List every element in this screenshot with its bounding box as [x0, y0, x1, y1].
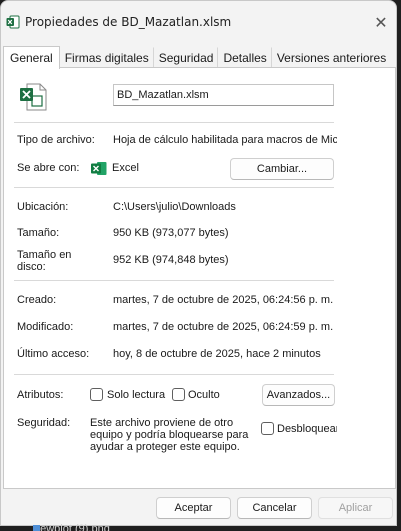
change-button[interactable]: Cambiar...: [230, 158, 334, 180]
created-label: Creado:: [17, 294, 57, 306]
file-icon: [33, 525, 40, 531]
readonly-label: Solo lectura: [107, 389, 166, 401]
security-text: Este archivo proviene de otro equipo y p…: [90, 417, 249, 453]
size-label: Tamaño:: [17, 227, 60, 239]
opens-with-value: Excel: [112, 162, 139, 174]
last-accessed-value: hoy, 8 de octubre de 2025, hace 2 minuto…: [113, 348, 321, 360]
close-icon[interactable]: ✕: [371, 12, 391, 32]
attributes-label: Atributos:: [17, 389, 64, 401]
divider: [14, 280, 334, 281]
file-type-label: Tipo de archivo:: [17, 134, 95, 146]
ok-button[interactable]: Aceptar: [156, 497, 231, 519]
tab-firmas-digitales[interactable]: Firmas digitales: [60, 47, 154, 68]
tab-strip: General Firmas digitales Seguridad Detal…: [3, 46, 391, 69]
disk-size-value: 952 KB (974,848 bytes): [113, 254, 229, 266]
divider: [14, 374, 334, 375]
readonly-checkbox[interactable]: [90, 388, 103, 401]
location-label: Ubicación:: [17, 201, 69, 213]
hidden-label: Oculto: [188, 389, 220, 401]
security-label: Seguridad:: [17, 417, 71, 429]
excel-icon: [91, 162, 107, 175]
divider: [14, 122, 334, 123]
window-title: Propiedades de BD_Mazatlan.xlsm: [25, 15, 232, 29]
background-file-item[interactable]: newplot (9).png: [34, 523, 110, 531]
size-value: 950 KB (973,077 bytes): [113, 227, 229, 239]
hidden-checkbox[interactable]: [172, 388, 185, 401]
advanced-button[interactable]: Avanzados...: [262, 384, 335, 406]
excel-file-icon: [20, 83, 47, 111]
modified-value: martes, 7 de octubre de 2025, 06:24:59 p…: [113, 321, 334, 333]
modified-label: Modificado:: [17, 321, 74, 333]
excel-app-icon: [6, 15, 20, 29]
last-accessed-label: Último acceso:: [17, 348, 90, 360]
location-value: C:\Users\julio\Downloads: [113, 201, 236, 213]
file-type-value: Hoja de cálculo habilitada para macros d…: [113, 134, 337, 146]
divider: [14, 187, 334, 188]
title-bar: Propiedades de BD_Mazatlan.xlsm ✕: [1, 1, 396, 43]
tab-versiones-anteriores[interactable]: Versiones anteriores: [272, 47, 391, 68]
apply-button[interactable]: Aplicar: [318, 497, 393, 519]
disk-size-label: Tamaño en disco:: [17, 249, 72, 273]
tab-detalles[interactable]: Detalles: [218, 47, 272, 68]
unblock-label: Desbloquear: [277, 423, 337, 435]
opens-with-label: Se abre con:: [17, 162, 80, 174]
unblock-checkbox[interactable]: [261, 422, 274, 435]
cancel-button[interactable]: Cancelar: [237, 497, 312, 519]
created-value: martes, 7 de octubre de 2025, 06:24:56 p…: [113, 294, 334, 306]
tab-seguridad[interactable]: Seguridad: [154, 47, 219, 68]
file-name-field[interactable]: [113, 84, 334, 106]
tab-general[interactable]: General: [3, 46, 60, 69]
properties-dialog: Propiedades de BD_Mazatlan.xlsm ✕ Genera…: [0, 0, 397, 526]
